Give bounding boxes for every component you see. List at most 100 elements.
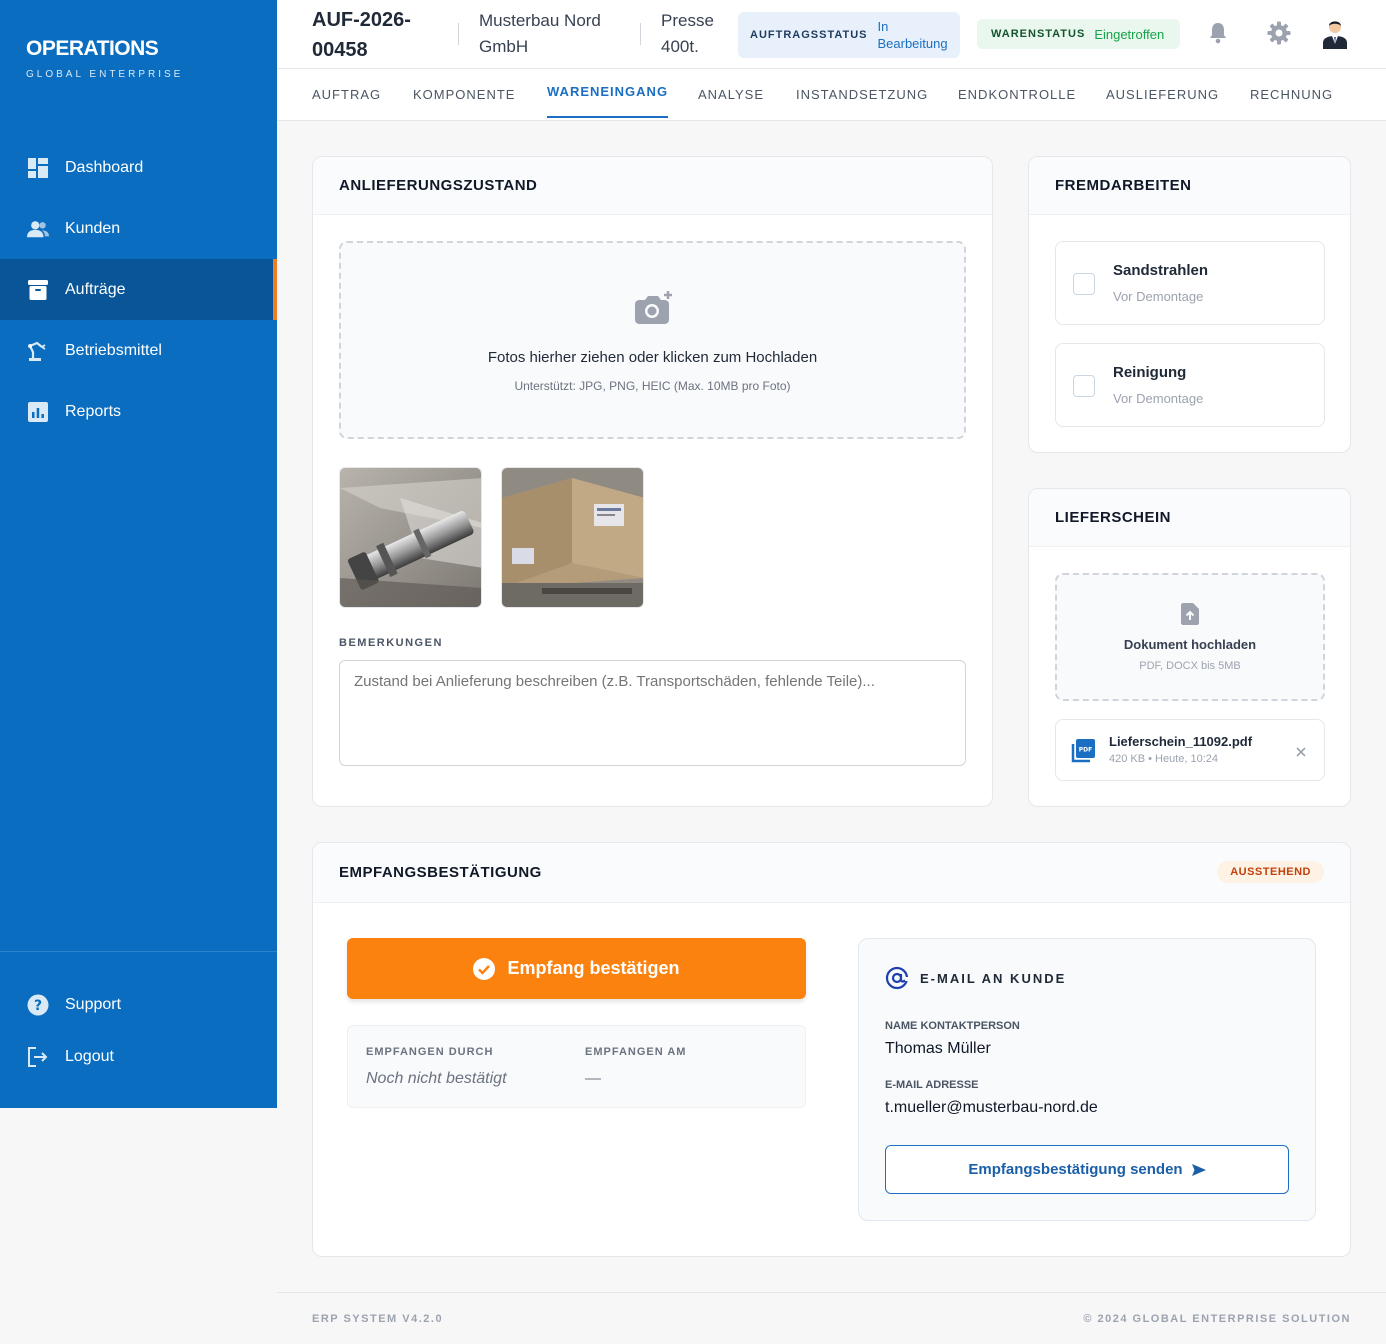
divider [458, 23, 459, 45]
add-photo-icon [635, 291, 673, 330]
tab-komponente[interactable]: KOMPONENTE [413, 87, 515, 121]
card-title: EMPFANGSBESTÄTIGUNG [313, 843, 1350, 903]
tab-endkontrolle[interactable]: ENDKONTROLLE [958, 87, 1076, 121]
divider [640, 23, 641, 45]
checkbox[interactable] [1073, 375, 1095, 397]
dashboard-icon [27, 157, 49, 179]
sidebar-item-dashboard[interactable]: Dashboard [0, 137, 277, 198]
sidebar-item-label: Kunden [65, 219, 121, 237]
received-at-label: EMPFANGEN AM [585, 1046, 687, 1058]
photo-thumbnail[interactable] [339, 467, 482, 608]
sidebar-item-betriebsmittel[interactable]: Betriebsmittel [0, 320, 277, 381]
chart-icon [27, 401, 49, 423]
brand-title: OPERATIONS [26, 37, 159, 60]
footer: ERP SYSTEM V4.2.0 © 2024 GLOBAL ENTERPRI… [277, 1292, 1386, 1344]
sidebar-item-label: Aufträge [65, 280, 126, 298]
users-icon [27, 218, 49, 240]
document-upload-text: Dokument hochladen [1123, 637, 1257, 652]
tab-analyse[interactable]: ANALYSE [698, 87, 764, 121]
checkbox[interactable] [1073, 273, 1095, 295]
external-work-name: Reinigung [1113, 364, 1187, 381]
close-icon[interactable] [1296, 744, 1306, 762]
received-by-label: EMPFANGEN DURCH [366, 1046, 494, 1058]
send-icon [1191, 1163, 1206, 1176]
goods-status-value: Eingetroffen [1094, 26, 1165, 42]
tab-instandsetzung[interactable]: INSTANDSETZUNG [796, 87, 928, 121]
external-work-name: Sandstrahlen [1113, 262, 1209, 279]
sidebar-item-reports[interactable]: Reports [0, 381, 277, 442]
sidebar-bottom: ? Support Logout [0, 951, 277, 1083]
svg-text:?: ? [34, 998, 42, 1014]
tab-wareneingang[interactable]: WARENEINGANG [547, 84, 669, 118]
status-badge: AUSSTEHEND [1217, 861, 1324, 883]
send-confirmation-button[interactable]: Empfangsbestätigung senden [885, 1145, 1289, 1194]
sidebar-item-label: Betriebsmittel [65, 341, 162, 359]
tab-auftrag[interactable]: AUFTRAG [312, 87, 381, 121]
document-upload-hint: PDF, DOCX bis 5MB [1139, 660, 1241, 672]
photo-dropzone[interactable]: Fotos hierher ziehen oder klicken zum Ho… [339, 241, 966, 439]
gear-icon[interactable] [1263, 17, 1295, 49]
dropzone-text: Fotos hierher ziehen oder klicken zum Ho… [487, 349, 818, 366]
dropzone-hint: Unterstützt: JPG, PNG, HEIC (Max. 10MB p… [514, 379, 791, 393]
delivery-note-card: LIEFERSCHEIN Dokument hochladen PDF, DOC… [1028, 488, 1351, 807]
sidebar-item-support[interactable]: ? Support [0, 979, 277, 1031]
photo-thumbnail[interactable] [501, 467, 644, 608]
sidebar-item-label: Dashboard [65, 158, 144, 176]
card-title: ANLIEFERUNGSZUSTAND [313, 157, 992, 215]
footer-copyright: © 2024 GLOBAL ENTERPRISE SOLUTION [1083, 1313, 1351, 1325]
tab-auslieferung[interactable]: AUSLIEFERUNG [1106, 87, 1219, 121]
send-confirmation-label: Empfangsbestätigung senden [968, 1161, 1183, 1178]
card-title: LIEFERSCHEIN [1029, 489, 1350, 547]
brand-subtitle: GLOBAL ENTERPRISE [26, 69, 184, 80]
external-work-timing: Vor Demontage [1113, 391, 1204, 406]
sidebar-item-kunden[interactable]: Kunden [0, 198, 277, 259]
contact-name-value: Thomas Müller [885, 1040, 991, 1057]
pdf-icon: PDF [1071, 739, 1095, 768]
file-name: Lieferschein_11092.pdf [1109, 734, 1253, 749]
file-upload-icon [1181, 603, 1199, 630]
external-work-timing: Vor Demontage [1113, 289, 1204, 304]
email-address-label: E-MAIL ADRESSE [885, 1079, 979, 1091]
received-at-value: — [585, 1070, 601, 1087]
order-status-label: AUFTRAGSSTATUS [750, 29, 868, 41]
at-sign-icon [885, 966, 909, 995]
remarks-textarea[interactable] [339, 660, 966, 766]
help-icon: ? [27, 994, 49, 1016]
document-dropzone[interactable]: Dokument hochladen PDF, DOCX bis 5MB [1055, 573, 1325, 701]
uploaded-file[interactable]: PDF Lieferschein_11092.pdf 420 KB • Heut… [1055, 719, 1325, 781]
check-circle-icon [473, 957, 496, 980]
contact-name-label: NAME KONTAKTPERSON [885, 1020, 1020, 1032]
sidebar-item-logout[interactable]: Logout [0, 1031, 277, 1083]
delivery-condition-card: ANLIEFERUNGSZUSTAND Fotos hierher ziehen… [312, 156, 993, 807]
robot-arm-icon [27, 340, 49, 362]
sidebar-item-label: Logout [65, 1048, 114, 1065]
receipt-info: EMPFANGEN DURCH Noch nicht bestätigt EMP… [347, 1025, 806, 1108]
avatar[interactable] [1319, 17, 1351, 49]
sidebar-item-auftraege[interactable]: Aufträge [0, 259, 277, 320]
logout-icon [27, 1046, 49, 1068]
archive-icon [27, 279, 49, 301]
goods-status-badge: WARENSTATUS Eingetroffen [977, 19, 1180, 49]
sidebar-item-label: Reports [65, 402, 122, 420]
email-address-value: t.mueller@musterbau-nord.de [885, 1099, 1098, 1116]
order-status-value: In Bearbeitung [877, 19, 948, 51]
goods-status-label: WARENSTATUS [991, 28, 1086, 40]
company-name: Musterbau Nord GmbH [479, 11, 601, 56]
sidebar-item-label: Support [65, 996, 122, 1013]
external-work-item-reinigung[interactable]: Reinigung Vor Demontage [1055, 343, 1325, 427]
bell-icon[interactable] [1202, 17, 1234, 49]
remarks-label: BEMERKUNGEN [339, 637, 443, 649]
file-meta: 420 KB • Heute, 10:24 [1109, 753, 1219, 765]
sidebar: OPERATIONS GLOBAL ENTERPRISE Dashboard K… [0, 0, 277, 1108]
external-work-card: FREMDARBEITEN Sandstrahlen Vor Demontage… [1028, 156, 1351, 453]
brand[interactable]: OPERATIONS GLOBAL ENTERPRISE [26, 37, 183, 80]
customer-email-panel: E-MAIL AN KUNDE NAME KONTAKTPERSON Thoma… [858, 938, 1316, 1221]
svg-text:PDF: PDF [1079, 747, 1092, 754]
tab-bar: AUFTRAG KOMPONENTE WARENEINGANG ANALYSE … [277, 69, 1386, 121]
tab-rechnung[interactable]: RECHNUNG [1250, 87, 1333, 121]
sidebar-nav: Dashboard Kunden Aufträge Betriebsmittel… [0, 137, 277, 442]
order-id: AUF-2026-00458 [312, 9, 411, 61]
external-work-item-sandstrahlen[interactable]: Sandstrahlen Vor Demontage [1055, 241, 1325, 325]
top-bar: AUF-2026-00458 Musterbau Nord GmbH Press… [277, 0, 1386, 69]
confirm-receipt-button[interactable]: Empfang bestätigen [347, 938, 806, 999]
